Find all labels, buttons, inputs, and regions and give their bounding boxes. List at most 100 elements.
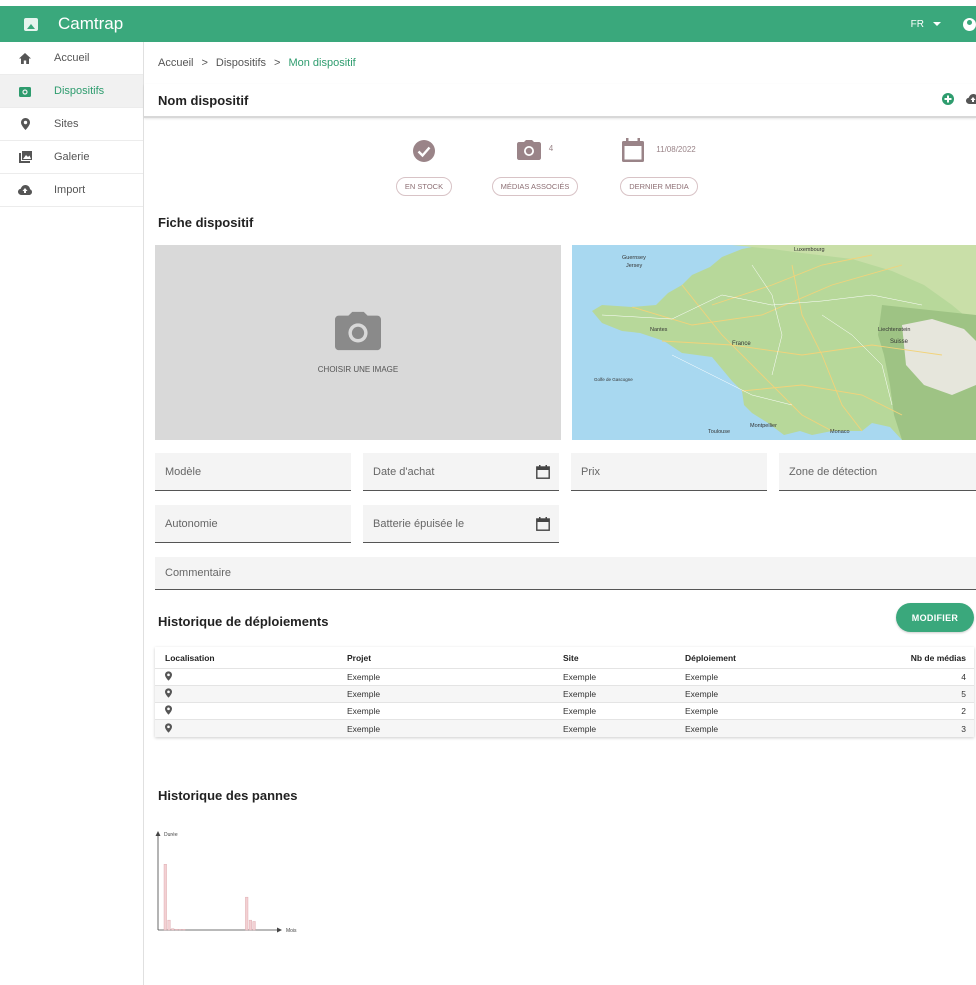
language-selector[interactable]: FR	[911, 19, 924, 30]
cloud-upload-icon[interactable]	[966, 93, 976, 107]
comment-field[interactable]: Commentaire	[155, 557, 976, 590]
sidebar-item-sites[interactable]: Sites	[0, 108, 143, 141]
chart-bar	[182, 929, 186, 931]
cell-deployment: Exemple	[685, 672, 719, 682]
media-count: 4	[548, 144, 554, 153]
section-title-sheet: Fiche dispositif	[158, 215, 254, 230]
last-media-date: 11/08/2022	[656, 145, 696, 154]
cell-site: Exemple	[563, 706, 597, 716]
location-pin-icon[interactable]	[155, 705, 347, 717]
purchase-date-field[interactable]: Date d'achat	[363, 453, 559, 491]
sidebar-item-label: Accueil	[54, 52, 90, 64]
calendar-icon[interactable]	[536, 517, 550, 534]
column-header[interactable]: Site	[563, 653, 685, 663]
choose-image-label: CHOISIR UNE IMAGE	[317, 365, 399, 374]
location-pin-icon[interactable]	[155, 671, 347, 683]
stat-last-media: 11/08/2022 DERNIER MEDIA	[615, 138, 703, 196]
cell-media-count: 2	[961, 706, 966, 716]
camera-icon	[16, 86, 34, 97]
status-badge-media[interactable]: MÉDIAS ASSOCIÉS	[491, 177, 579, 196]
failures-chart: Durée Mois	[155, 831, 297, 934]
calendar-icon[interactable]	[536, 465, 550, 482]
home-icon	[16, 52, 34, 64]
battery-empty-field[interactable]: Batterie épuisée le	[363, 505, 559, 543]
battery-empty-field-label: Batterie épuisée le	[373, 517, 465, 530]
cell-deployment: Exemple	[685, 706, 719, 716]
sidebar-item-label: Galerie	[54, 151, 90, 163]
sidebar-item-dispositifs[interactable]: Dispositifs	[0, 75, 143, 108]
breadcrumb-separator: >	[274, 57, 281, 69]
chart-bar	[174, 929, 178, 931]
table-row[interactable]: Exemple Exemple Exemple 3	[155, 720, 974, 737]
section-title-deployments: Historique de déploiements	[158, 614, 329, 629]
y-axis-label: Durée	[164, 832, 178, 838]
cell-media-count: 4	[961, 672, 966, 682]
autonomy-field[interactable]: Autonomie	[155, 505, 351, 543]
chart-bar	[178, 929, 182, 931]
model-field[interactable]: Modèle	[155, 453, 351, 491]
map-view[interactable]: Luxembourg Nantes France Suisse Liechten…	[572, 245, 976, 440]
map-label: Montpellier	[750, 423, 777, 429]
caret-down-icon[interactable]	[933, 22, 941, 26]
map-label: Suisse	[890, 339, 909, 345]
column-header[interactable]: Nb de médias	[885, 653, 974, 663]
header-actions	[942, 92, 976, 108]
location-pin-icon[interactable]	[155, 688, 347, 700]
column-header[interactable]: Déploiement	[685, 653, 885, 663]
app-bar: Camtrap FR	[0, 6, 976, 42]
sidebar-item-galerie[interactable]: Galerie	[0, 141, 143, 174]
detection-zone-field-label: Zone de détection	[789, 465, 878, 478]
map-image: Luxembourg Nantes France Suisse Liechten…	[572, 245, 976, 440]
app-bar-actions: FR	[911, 17, 976, 31]
add-icon[interactable]	[942, 92, 954, 108]
purchase-date-field-label: Date d'achat	[373, 465, 435, 478]
image-upload-area[interactable]: CHOISIR UNE IMAGE	[155, 245, 561, 440]
column-header[interactable]: Projet	[347, 653, 563, 663]
sidebar: Accueil Dispositifs Sites Galerie Import	[0, 42, 144, 985]
sidebar-item-label: Dispositifs	[54, 85, 105, 97]
status-badge-last-media[interactable]: DERNIER MEDIA	[620, 177, 698, 196]
cell-site: Exemple	[563, 689, 597, 699]
cell-project: Exemple	[347, 689, 381, 699]
page-header: Nom dispositif	[144, 84, 976, 118]
stat-stock: EN STOCK	[394, 140, 454, 196]
app-title: Camtrap	[58, 14, 124, 33]
stat-media: 4 MÉDIAS ASSOCIÉS	[487, 140, 583, 196]
map-label: Monaco	[830, 429, 850, 435]
account-icon[interactable]	[963, 17, 976, 31]
sidebar-item-accueil[interactable]: Accueil	[0, 42, 143, 75]
column-header[interactable]: Localisation	[155, 653, 347, 663]
chart-bar	[245, 896, 249, 931]
sidebar-item-label: Import	[54, 184, 86, 196]
map-label: Liechtenstein	[878, 327, 910, 333]
comment-field-label: Commentaire	[165, 567, 232, 579]
location-pin-icon[interactable]	[155, 722, 347, 735]
price-field-label: Prix	[581, 465, 600, 478]
camera-icon	[516, 140, 541, 160]
last-media-row: 11/08/2022	[615, 138, 703, 177]
model-field-label: Modèle	[165, 465, 202, 478]
sidebar-item-import[interactable]: Import	[0, 174, 143, 207]
table-row[interactable]: Exemple Exemple Exemple 4	[155, 669, 974, 686]
media-count-row: 4	[487, 140, 583, 177]
deployments-table: Localisation Projet Site Déploiement Nb …	[155, 647, 974, 737]
calendar-icon	[622, 138, 645, 162]
map-label: Golfe de Gascogne	[594, 377, 633, 382]
cell-deployment: Exemple	[685, 689, 719, 699]
table-header-row: Localisation Projet Site Déploiement Nb …	[155, 647, 974, 669]
modify-button[interactable]: MODIFIER	[896, 603, 974, 632]
cell-site: Exemple	[563, 672, 597, 682]
breadcrumb-item-accueil[interactable]: Accueil	[158, 57, 193, 69]
map-label: Nantes	[650, 327, 668, 333]
table-row[interactable]: Exemple Exemple Exemple 2	[155, 703, 974, 720]
cell-site: Exemple	[563, 723, 597, 734]
map-label: Luxembourg	[794, 247, 825, 253]
price-field[interactable]: Prix	[571, 453, 767, 491]
breadcrumb-current: Mon dispositif	[288, 57, 356, 69]
detection-zone-field[interactable]: Zone de détection	[779, 453, 976, 491]
image-logo-icon	[24, 17, 38, 31]
table-row[interactable]: Exemple Exemple Exemple 5	[155, 686, 974, 703]
breadcrumb-item-dispositifs[interactable]: Dispositifs	[216, 57, 266, 69]
map-label: France	[732, 341, 751, 347]
autonomy-field-label: Autonomie	[165, 517, 218, 530]
